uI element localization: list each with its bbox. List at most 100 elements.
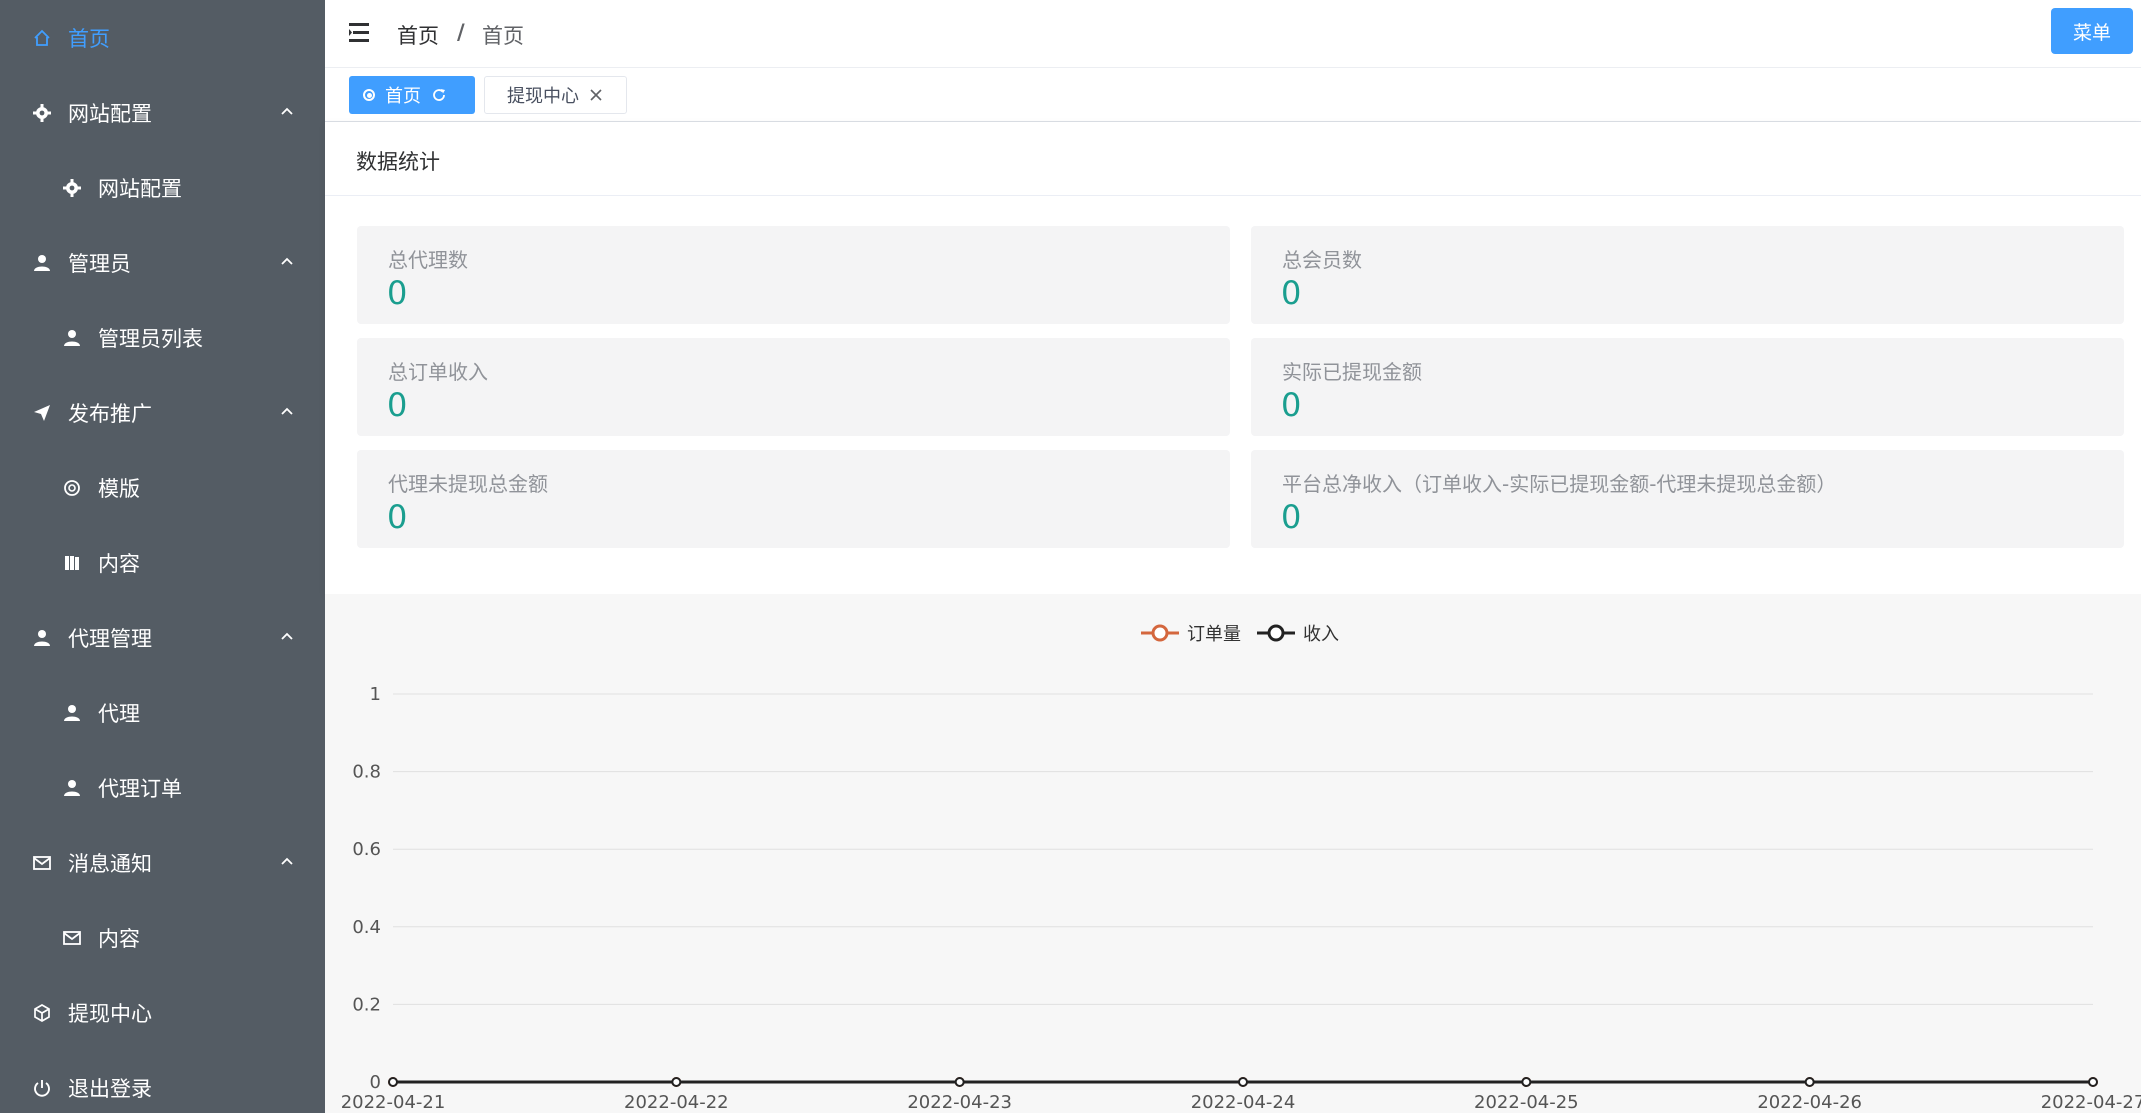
tab-withdraw-center[interactable]: 提现中心 xyxy=(484,76,627,114)
sidebar-item-label: 发布推广 xyxy=(68,401,152,426)
stat-label: 实际已提现金额 xyxy=(1282,360,1422,384)
aperture-icon xyxy=(60,476,84,500)
chevron-up-icon xyxy=(281,407,293,415)
stat-value: 0 xyxy=(387,386,408,424)
x-tick-label: 2022-04-26 xyxy=(1757,1092,1862,1113)
sidebar-item[interactable]: 内容 xyxy=(0,900,325,975)
user-icon xyxy=(30,626,54,650)
user-icon xyxy=(60,701,84,725)
sidebar-item[interactable]: 首页 xyxy=(0,0,325,75)
stat-total-order-income: 总订单收入 0 xyxy=(357,338,1230,436)
tab-label: 提现中心 xyxy=(507,86,579,107)
sidebar-item[interactable]: 管理员 xyxy=(0,225,325,300)
sidebar-item-label: 消息通知 xyxy=(68,851,152,876)
stat-value: 0 xyxy=(387,274,408,312)
stat-value: 0 xyxy=(1281,386,1302,424)
y-tick-label: 1 xyxy=(370,684,381,705)
sidebar-item-label: 网站配置 xyxy=(98,176,182,201)
refresh-icon[interactable] xyxy=(431,87,447,103)
chart-panel: 订单量 收入 0 0.2 0.4 0.6 0.8 1 2022-04-21 2022-04-2… xyxy=(325,594,2141,1113)
sidebar-item-label: 提现中心 xyxy=(68,1001,152,1026)
user-icon xyxy=(60,326,84,350)
paper-plane-icon xyxy=(30,401,54,425)
data-point[interactable] xyxy=(1238,1077,1248,1087)
data-point[interactable] xyxy=(388,1077,398,1087)
sidebar: 首页 网站配置 网站配置 管理员 管理员列表 发布推广 模版 内容 代理管理 代理 代理订单 消息通知… xyxy=(0,0,325,1113)
chevron-up-icon xyxy=(281,632,293,640)
stat-label: 代理未提现总金额 xyxy=(388,472,548,496)
sidebar-item[interactable]: 模版 xyxy=(0,450,325,525)
data-point[interactable] xyxy=(671,1077,682,1087)
header: 首页 / 首页 菜单 xyxy=(325,0,2141,68)
x-tick-label: 2022-04-22 xyxy=(624,1092,729,1113)
stats-title: 数据统计 xyxy=(356,150,440,174)
mail-icon xyxy=(60,926,84,950)
x-tick-label: 2022-04-21 xyxy=(341,1092,446,1113)
stat-total-members: 总会员数 0 xyxy=(1251,226,2124,324)
sidebar-item-label: 代理订单 xyxy=(98,776,182,801)
y-tick-label: 0 xyxy=(370,1072,381,1093)
sidebar-item[interactable]: 发布推广 xyxy=(0,375,325,450)
sidebar-item[interactable]: 代理订单 xyxy=(0,750,325,825)
data-point[interactable] xyxy=(2088,1077,2098,1087)
divider xyxy=(325,195,2141,196)
breadcrumb-separator: / xyxy=(457,20,465,44)
gear-icon xyxy=(60,176,84,200)
stat-actual-withdrawn: 实际已提现金额 0 xyxy=(1251,338,2124,436)
sidebar-item[interactable]: 管理员列表 xyxy=(0,300,325,375)
sidebar-item-label: 模版 xyxy=(98,476,140,501)
stat-label: 平台总净收入（订单收入-实际已提现金额-代理未提现总金额） xyxy=(1282,472,1837,496)
close-icon[interactable] xyxy=(589,88,603,102)
sidebar-item-label: 管理员列表 xyxy=(98,326,203,351)
stat-platform-net-income: 平台总净收入（订单收入-实际已提现金额-代理未提现总金额） 0 xyxy=(1251,450,2124,548)
x-tick-label: 2022-04-24 xyxy=(1191,1092,1296,1113)
x-tick-label: 2022-04-25 xyxy=(1474,1092,1579,1113)
stat-agent-unwithdrawn: 代理未提现总金额 0 xyxy=(357,450,1230,548)
sidebar-item[interactable]: 消息通知 xyxy=(0,825,325,900)
x-tick-label: 2022-04-23 xyxy=(907,1092,1012,1113)
sidebar-item[interactable]: 提现中心 xyxy=(0,975,325,1050)
stat-label: 总会员数 xyxy=(1282,248,1362,272)
y-tick-label: 0.2 xyxy=(352,994,381,1015)
stat-value: 0 xyxy=(1281,498,1302,536)
box-icon xyxy=(30,1001,54,1025)
sidebar-item[interactable]: 代理管理 xyxy=(0,600,325,675)
chevron-up-icon xyxy=(281,257,293,265)
stat-label: 总订单收入 xyxy=(388,360,488,384)
power-icon xyxy=(30,1076,54,1100)
tab-bar: 首页 提现中心 xyxy=(325,68,2141,122)
sidebar-item-label: 代理管理 xyxy=(68,626,152,651)
sidebar-item[interactable]: 退出登录 xyxy=(0,1050,325,1113)
sidebar-item[interactable]: 代理 xyxy=(0,675,325,750)
chevron-up-icon xyxy=(281,107,293,115)
book-icon xyxy=(60,551,84,575)
sidebar-item-label: 首页 xyxy=(68,26,110,51)
home-icon xyxy=(30,26,54,50)
tab-home[interactable]: 首页 xyxy=(349,76,475,114)
gear-icon xyxy=(30,101,54,125)
menu-button[interactable]: 菜单 xyxy=(2051,8,2133,54)
chevron-up-icon xyxy=(281,857,293,865)
stats-card: 数据统计 总代理数 0 总会员数 0 总订单收入 0 实际已提现金额 0 代理未… xyxy=(325,122,2141,594)
sidebar-item[interactable]: 网站配置 xyxy=(0,75,325,150)
x-tick-label: 2022-04-27 xyxy=(2041,1092,2141,1113)
line-chart: 0 0.2 0.4 0.6 0.8 1 2022-04-21 2022-04-22 2022-0… xyxy=(341,684,2141,1113)
data-point[interactable] xyxy=(954,1077,965,1087)
sidebar-item-label: 退出登录 xyxy=(68,1076,152,1101)
data-point[interactable] xyxy=(1804,1077,1815,1087)
sidebar-item[interactable]: 网站配置 xyxy=(0,150,325,225)
sidebar-item-label: 网站配置 xyxy=(68,101,152,126)
breadcrumb-current: 首页 xyxy=(482,24,524,48)
sidebar-item[interactable]: 内容 xyxy=(0,525,325,600)
stat-total-agents: 总代理数 0 xyxy=(357,226,1230,324)
user-icon xyxy=(60,776,84,800)
y-tick-label: 0.6 xyxy=(352,839,381,860)
sidebar-item-label: 内容 xyxy=(98,926,140,951)
sidebar-item-label: 代理 xyxy=(98,701,140,726)
data-point[interactable] xyxy=(1521,1077,1532,1087)
y-tick-label: 0.4 xyxy=(352,917,381,938)
menu-toggle-icon[interactable] xyxy=(349,22,373,44)
stat-value: 0 xyxy=(1281,274,1302,312)
stat-label: 总代理数 xyxy=(388,248,468,272)
breadcrumb-home[interactable]: 首页 xyxy=(397,20,439,50)
